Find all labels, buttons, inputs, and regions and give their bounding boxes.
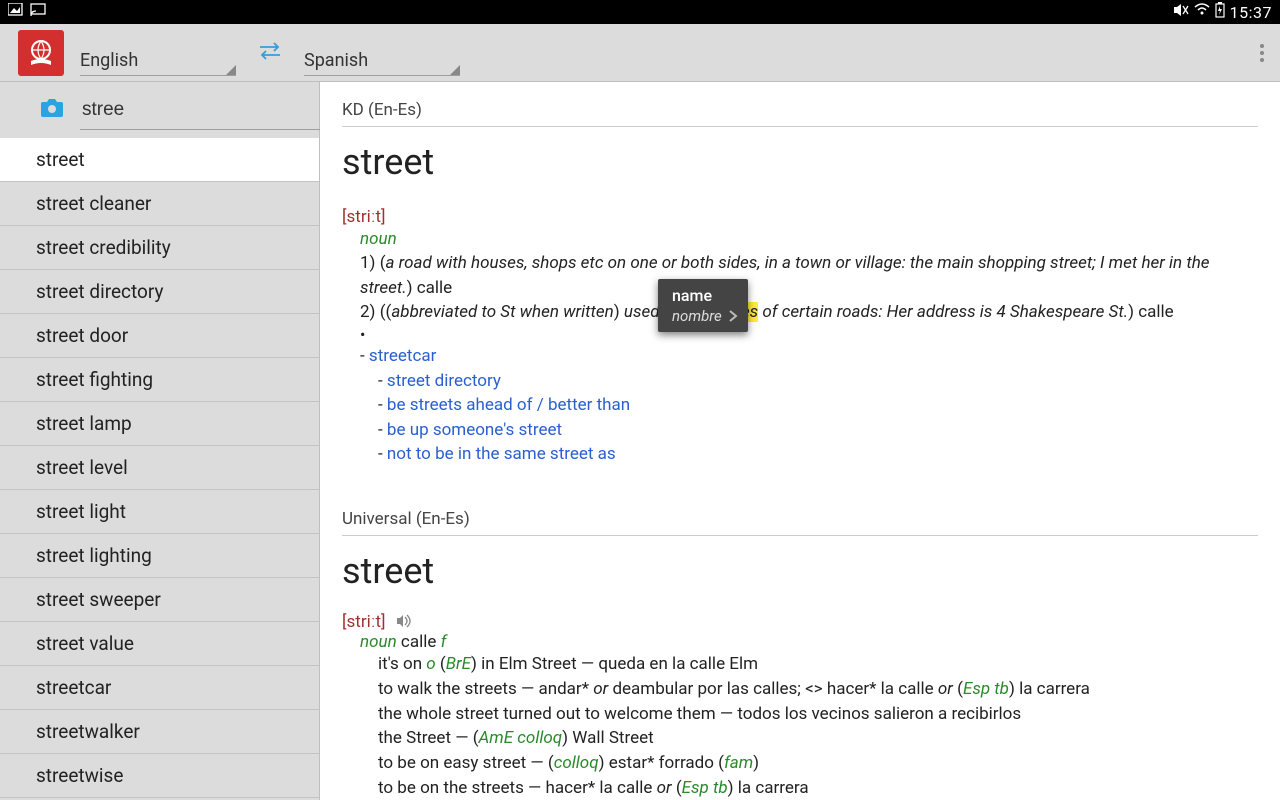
suggestion-item[interactable]: streetwalker (0, 710, 319, 754)
battery-icon (1215, 2, 1225, 22)
suggestion-item[interactable]: street fighting (0, 358, 319, 402)
search-row (0, 82, 319, 138)
source-language-select[interactable]: English (80, 30, 236, 76)
overflow-menu-icon[interactable] (1252, 33, 1272, 73)
suggestion-item[interactable]: streetwise (0, 754, 319, 798)
headword: street (342, 550, 1258, 592)
part-of-speech: noun (360, 229, 1258, 249)
suggestion-item[interactable]: street directory (0, 270, 319, 314)
chevron-right-icon (728, 310, 738, 322)
suggestion-item[interactable]: street value (0, 622, 319, 666)
related-link: - be up someone's street (378, 418, 1258, 443)
dropdown-triangle-icon (450, 65, 460, 75)
cast-icon (30, 3, 48, 21)
speaker-icon[interactable] (396, 613, 412, 632)
sense-2: 2) ((abbreviated to St when written) use… (360, 300, 1258, 325)
swap-languages-icon[interactable] (256, 41, 284, 65)
divider (342, 126, 1258, 127)
source-language-label: English (80, 50, 236, 71)
definition-panel[interactable]: KD (En-Es) street [striːt] noun 1) (a ro… (320, 82, 1280, 800)
suggestion-item[interactable]: street credibility (0, 226, 319, 270)
suggestion-item[interactable]: street sweeper (0, 578, 319, 622)
dropdown-triangle-icon (226, 65, 236, 75)
suggestion-item[interactable]: street light (0, 490, 319, 534)
suggestion-item[interactable]: street (0, 138, 319, 182)
pos-line: noun calle f (360, 632, 1258, 652)
suggestion-item[interactable]: street level (0, 446, 319, 490)
related-link: - streetcar (360, 344, 1258, 369)
dictionary-source: Universal (En-Es) (342, 509, 1258, 529)
tooltip-head: name (672, 286, 738, 305)
headword: street (342, 141, 1258, 183)
bullet: • (360, 325, 1258, 344)
suggestions-list: streetstreet cleanerstreet credibilityst… (0, 138, 319, 800)
phonetic-row: [striːt] (342, 612, 1258, 632)
related-link: - street directory (378, 369, 1258, 394)
image-icon (8, 3, 24, 21)
examples: it's on o (BrE) in Elm Street — queda en… (378, 652, 1258, 800)
related-link: - be streets ahead of / better than (378, 393, 1258, 418)
sidebar: streetstreet cleanerstreet credibilityst… (0, 82, 320, 800)
status-bar: 15:37 (0, 0, 1280, 24)
sense-1: 1) (a road with houses, shops etc on one… (360, 251, 1258, 300)
mute-icon (1173, 3, 1189, 21)
link-streetcar[interactable]: streetcar (369, 346, 436, 366)
target-language-select[interactable]: Spanish (304, 30, 460, 76)
search-input[interactable] (80, 95, 329, 125)
camera-icon[interactable] (40, 98, 64, 122)
suggestion-item[interactable]: street cleaner (0, 182, 319, 226)
wifi-icon (1194, 3, 1210, 21)
app-logo[interactable] (18, 30, 64, 76)
phonetic: [striːt] (342, 207, 1258, 227)
toolbar: English Spanish (0, 24, 1280, 82)
suggestion-item[interactable]: street door (0, 314, 319, 358)
suggestion-item[interactable]: street lamp (0, 402, 319, 446)
tooltip-sub: nombre (672, 307, 738, 325)
divider (342, 535, 1258, 536)
suggestion-item[interactable]: street lighting (0, 534, 319, 578)
related-link: - not to be in the same street as (378, 442, 1258, 467)
suggestion-item[interactable]: streetcar (0, 666, 319, 710)
translation-tooltip[interactable]: name nombre (658, 279, 748, 332)
dictionary-source: KD (En-Es) (342, 100, 1258, 120)
clock: 15:37 (1230, 3, 1272, 22)
target-language-label: Spanish (304, 50, 460, 71)
